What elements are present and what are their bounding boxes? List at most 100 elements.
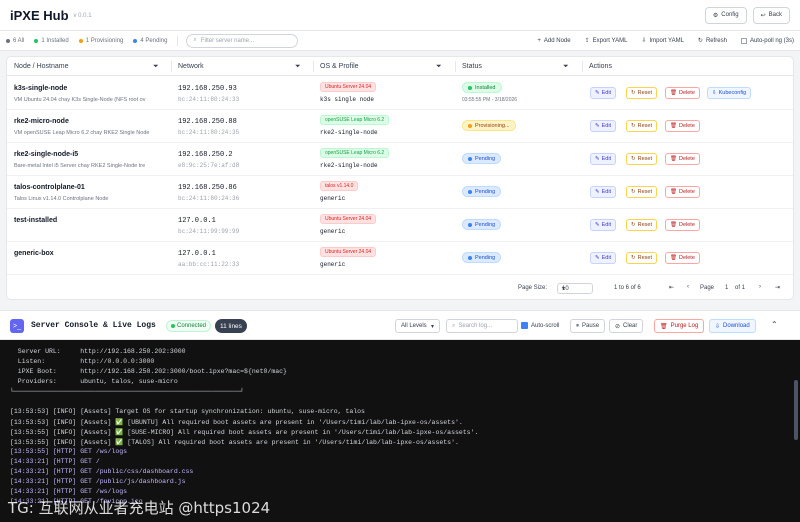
- node-name[interactable]: k3s-single-node: [14, 85, 67, 92]
- table-row[interactable]: k3s-single-node VM Ubuntu 24.04 chay K3s …: [7, 77, 793, 110]
- purge-log-button[interactable]: 🗑 Purge Log: [654, 319, 705, 333]
- node-ip: 192.168.250.86: [178, 184, 237, 192]
- log-line: [13:53:55] [INFO] [Assets] ✅ [SUSE-MICRO…: [10, 429, 479, 436]
- clear-button[interactable]: ⊘ Clear: [609, 319, 644, 333]
- edit-button[interactable]: ✎ Edit: [590, 252, 617, 264]
- status-dot: [468, 123, 472, 128]
- auto-poll-toggle[interactable]: Auto-poll ng (3s): [740, 37, 794, 44]
- status-badge: Pending: [462, 186, 502, 197]
- reset-button[interactable]: ↻ Reset: [626, 153, 657, 165]
- log-output[interactable]: Server URL: http://192.168.250.202:3000 …: [0, 340, 800, 522]
- stat-counter[interactable]: 6 All: [6, 38, 24, 44]
- checkbox[interactable]: [521, 322, 528, 329]
- export-yaml-button[interactable]: ⇪ Export YAML: [585, 37, 628, 45]
- chevron-down-icon: ▾: [562, 286, 566, 292]
- edit-icon: ✎: [595, 255, 600, 261]
- status-badge: Installed: [462, 82, 502, 93]
- node-mac: bc:24:11:80:24:33: [178, 96, 240, 103]
- stat-counter[interactable]: 1 Installed: [34, 38, 69, 44]
- reset-button[interactable]: ↻ Reset: [626, 252, 657, 264]
- os-badge: openSUSE Leap Micro 6.2: [320, 115, 390, 125]
- node-description: Bare-metal Intel i5 Server chay RKE2 Sin…: [14, 163, 146, 169]
- last-page-icon[interactable]: ⇥: [775, 284, 780, 291]
- table-header: Node / Hostname ⏷ Network ⏷ OS & Profile…: [7, 57, 793, 76]
- trash-icon: 🗑: [670, 255, 677, 261]
- delete-button[interactable]: 🗑 Delete: [665, 153, 700, 165]
- log-line: Providers: ubuntu, talos, suse-micro: [10, 378, 178, 385]
- nodes-table: Node / Hostname ⏷ Network ⏷ OS & Profile…: [6, 56, 794, 300]
- reset-button[interactable]: ↻ Reset: [626, 186, 657, 198]
- log-level-select[interactable]: All Levels ▾: [395, 319, 440, 333]
- pause-icon: ⏸: [576, 322, 580, 329]
- log-filter-input[interactable]: ⌕ Search log...: [446, 319, 518, 333]
- page-size-select[interactable]: 10 ▾: [557, 283, 593, 294]
- back-button[interactable]: ↩ Back: [752, 6, 790, 24]
- node-name[interactable]: rke2-single-node-i5: [14, 151, 78, 158]
- status-dot: [468, 255, 472, 260]
- node-name[interactable]: generic-box: [14, 250, 54, 257]
- scrollbar[interactable]: [794, 380, 798, 440]
- table-row[interactable]: rke2-micro-node VM openSUSE Leap Micro 6.…: [7, 110, 793, 143]
- col-node: Node / Hostname: [14, 63, 69, 70]
- reset-button[interactable]: ↻ Reset: [626, 219, 657, 231]
- table-row[interactable]: talos-controlplane-01 Talos Linux v1.14.0…: [7, 176, 793, 209]
- search-input[interactable]: ⌕ Filter server name...: [186, 33, 299, 48]
- delete-button[interactable]: 🗑 Delete: [665, 252, 700, 264]
- trash-icon: 🗑: [670, 123, 677, 129]
- table-row[interactable]: rke2-single-node-i5 Bare-metal Intel i5 S…: [7, 143, 793, 176]
- pause-button[interactable]: ⏸ Pause: [570, 319, 606, 333]
- stat-counter[interactable]: 1 Provisioning: [78, 38, 123, 44]
- connection-badge: Connected: [166, 320, 212, 332]
- status-dot: [171, 324, 175, 328]
- stat-counter[interactable]: 4 Pending: [133, 38, 167, 44]
- filter-icon[interactable]: ⏷: [295, 63, 301, 71]
- log-line: [13:53:53] [INFO] [Assets] Target OS for…: [10, 408, 365, 415]
- table-row[interactable]: test-installed 127.0.0.1 bc:24:11:99:99:99…: [7, 209, 793, 242]
- status-counters: 6 All 1 Installed 1 Provisioning 4 Pending: [6, 38, 177, 44]
- log-line: [13:53:55] [INFO] [Assets] ✅ [TALOS] All…: [10, 439, 459, 446]
- next-page-icon[interactable]: ›: [759, 284, 761, 290]
- config-button[interactable]: ⚙ Config: [704, 6, 747, 24]
- edit-button[interactable]: ✎ Edit: [590, 120, 617, 132]
- profile-name: rke2-single-node: [320, 129, 378, 136]
- filter-icon[interactable]: ⏷: [563, 63, 569, 71]
- status-badge: Pending: [462, 153, 502, 164]
- divider: [171, 61, 172, 72]
- delete-button[interactable]: 🗑 Delete: [665, 120, 700, 132]
- edit-button[interactable]: ✎ Edit: [590, 219, 617, 231]
- download-button[interactable]: ⇩ Download: [709, 319, 756, 333]
- search-icon: ⌕: [193, 37, 197, 43]
- reset-button[interactable]: ↻ Reset: [626, 120, 657, 132]
- refresh-icon: ↻: [697, 38, 703, 44]
- filter-icon[interactable]: ⏷: [436, 63, 442, 71]
- autoscroll-toggle[interactable]: Auto-scroll: [521, 322, 559, 329]
- first-page-icon[interactable]: ⇤: [669, 284, 674, 291]
- edit-button[interactable]: ✎ Edit: [590, 87, 617, 99]
- delete-button[interactable]: 🗑 Delete: [665, 219, 700, 231]
- reset-button[interactable]: ↻ Reset: [626, 87, 657, 99]
- edit-button[interactable]: ✎ Edit: [590, 153, 617, 165]
- checkbox[interactable]: [740, 37, 747, 44]
- node-name[interactable]: talos-controlplane-01: [14, 184, 85, 191]
- os-badge: Ubuntu Server 24.04: [320, 82, 377, 92]
- prev-page-icon[interactable]: ‹: [687, 284, 689, 290]
- status-dot: [6, 38, 10, 43]
- kubeconfig-button[interactable]: ⇩ Kubeconfig: [707, 87, 752, 99]
- edit-icon: ✎: [595, 90, 600, 96]
- edit-button[interactable]: ✎ Edit: [590, 186, 617, 198]
- status-time: 03:55:55 PM - 3/18/2026: [462, 97, 518, 103]
- collapse-icon[interactable]: ⌃: [771, 320, 778, 329]
- add-node-button[interactable]: + Add Node: [537, 37, 570, 44]
- reset-icon: ↻: [631, 156, 636, 162]
- trash-icon: 🗑: [670, 156, 677, 162]
- table-row[interactable]: generic-box 127.0.0.1 aa:bb:cc:11:22:33 Ubu…: [7, 242, 793, 275]
- node-name[interactable]: rke2-micro-node: [14, 118, 69, 125]
- divider: [455, 61, 456, 72]
- refresh-button[interactable]: ↻ Refresh: [697, 37, 727, 45]
- delete-button[interactable]: 🗑 Delete: [665, 186, 700, 198]
- delete-button[interactable]: 🗑 Delete: [665, 87, 700, 99]
- node-name[interactable]: test-installed: [14, 217, 57, 224]
- import-yaml-button[interactable]: ⇩ Import YAML: [641, 37, 684, 45]
- node-ip: 127.0.0.1: [178, 250, 216, 258]
- filter-icon[interactable]: ⏷: [153, 63, 159, 71]
